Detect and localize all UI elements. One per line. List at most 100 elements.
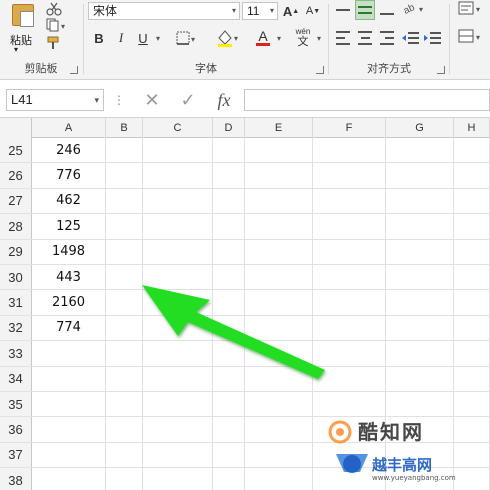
cell[interactable]: [106, 239, 143, 264]
cell[interactable]: [245, 138, 313, 163]
cancel-icon[interactable]: ✕: [140, 89, 164, 111]
cell[interactable]: [106, 290, 143, 315]
row-header[interactable]: 38: [0, 468, 32, 490]
formula-input[interactable]: [244, 89, 490, 111]
cell[interactable]: [213, 366, 245, 391]
orientation-icon[interactable]: ab ▾: [401, 0, 427, 18]
cell[interactable]: [106, 315, 143, 341]
paste-dropdown-icon[interactable]: ▾: [14, 45, 18, 54]
cell-a[interactable]: 125: [32, 214, 106, 239]
cell[interactable]: [143, 315, 213, 341]
cell-a[interactable]: [32, 341, 106, 366]
shrink-font-button[interactable]: A ▼: [304, 2, 322, 20]
cell[interactable]: [313, 341, 386, 366]
row-header[interactable]: 27: [0, 188, 32, 214]
cell[interactable]: [454, 366, 490, 391]
cell[interactable]: [245, 315, 313, 341]
cell-a[interactable]: 2160: [32, 290, 106, 315]
cell[interactable]: [245, 341, 313, 366]
cell[interactable]: [454, 214, 490, 239]
cell[interactable]: [143, 138, 213, 163]
cell[interactable]: [245, 163, 313, 188]
row-header[interactable]: 26: [0, 163, 32, 188]
cell[interactable]: [213, 138, 245, 163]
select-all-corner[interactable]: [0, 118, 32, 138]
cell[interactable]: [213, 417, 245, 442]
column-header-e[interactable]: E: [245, 118, 313, 138]
column-header-f[interactable]: F: [313, 118, 386, 138]
cell[interactable]: [386, 366, 454, 391]
cell[interactable]: [386, 214, 454, 239]
cell[interactable]: [245, 239, 313, 264]
cell[interactable]: [143, 239, 213, 264]
more-options-icon[interactable]: ⋮: [113, 89, 125, 111]
cell[interactable]: [245, 417, 313, 442]
cell[interactable]: [213, 214, 245, 239]
cell[interactable]: [143, 265, 213, 290]
wrap-text-icon[interactable]: ▾: [456, 0, 486, 18]
cell[interactable]: [245, 265, 313, 290]
cell[interactable]: [106, 214, 143, 239]
cell[interactable]: [245, 468, 313, 490]
cell[interactable]: [106, 265, 143, 290]
cell[interactable]: [143, 341, 213, 366]
cell[interactable]: [245, 214, 313, 239]
phonetic-dropdown-icon[interactable]: ▾: [314, 28, 322, 48]
middle-align-button[interactable]: [355, 0, 375, 20]
cell[interactable]: [106, 341, 143, 366]
cell[interactable]: [143, 392, 213, 417]
insert-function-icon[interactable]: fx: [210, 89, 238, 111]
cell-a[interactable]: [32, 442, 106, 468]
row-header[interactable]: 33: [0, 341, 32, 366]
cell[interactable]: [213, 392, 245, 417]
cell[interactable]: [454, 265, 490, 290]
row-header[interactable]: 36: [0, 417, 32, 442]
cell[interactable]: [386, 265, 454, 290]
cell[interactable]: [245, 392, 313, 417]
cell[interactable]: [213, 290, 245, 315]
cell[interactable]: [106, 417, 143, 442]
borders-icon[interactable]: ▾: [176, 30, 198, 48]
cell[interactable]: [106, 366, 143, 391]
cell-a[interactable]: 1498: [32, 239, 106, 264]
top-align-button[interactable]: [333, 0, 353, 20]
name-box[interactable]: L41 ▾: [6, 89, 104, 111]
cell[interactable]: [313, 188, 386, 214]
cell[interactable]: [245, 188, 313, 214]
cell[interactable]: [106, 468, 143, 490]
cell[interactable]: [313, 214, 386, 239]
cell[interactable]: [106, 442, 143, 468]
paste-icon[interactable]: [12, 4, 34, 27]
cell[interactable]: [313, 366, 386, 391]
cell[interactable]: [454, 341, 490, 366]
cell[interactable]: [454, 163, 490, 188]
cell[interactable]: [386, 341, 454, 366]
cell-a[interactable]: [32, 392, 106, 417]
font-launcher-icon[interactable]: [316, 66, 324, 74]
cell[interactable]: [106, 188, 143, 214]
merge-center-icon[interactable]: ▾: [456, 28, 486, 46]
cell[interactable]: [213, 265, 245, 290]
cell[interactable]: [143, 468, 213, 490]
cell[interactable]: [313, 138, 386, 163]
cell[interactable]: [386, 290, 454, 315]
align-center-button[interactable]: [355, 28, 375, 48]
increase-indent-icon[interactable]: [423, 30, 443, 46]
decrease-indent-icon[interactable]: [401, 30, 421, 46]
cell[interactable]: [454, 290, 490, 315]
cell[interactable]: [143, 366, 213, 391]
cell[interactable]: [313, 290, 386, 315]
cell[interactable]: [106, 163, 143, 188]
cell[interactable]: [213, 341, 245, 366]
cell[interactable]: [143, 214, 213, 239]
row-header[interactable]: 28: [0, 214, 32, 239]
fill-color-icon[interactable]: ▾: [216, 28, 242, 48]
cell[interactable]: [454, 315, 490, 341]
cell[interactable]: [213, 239, 245, 264]
cell[interactable]: [143, 188, 213, 214]
cell-a[interactable]: 462: [32, 188, 106, 214]
copy-icon[interactable]: ▾: [46, 18, 68, 32]
cell[interactable]: [213, 188, 245, 214]
italic-button[interactable]: I: [112, 28, 130, 48]
cell[interactable]: [386, 163, 454, 188]
